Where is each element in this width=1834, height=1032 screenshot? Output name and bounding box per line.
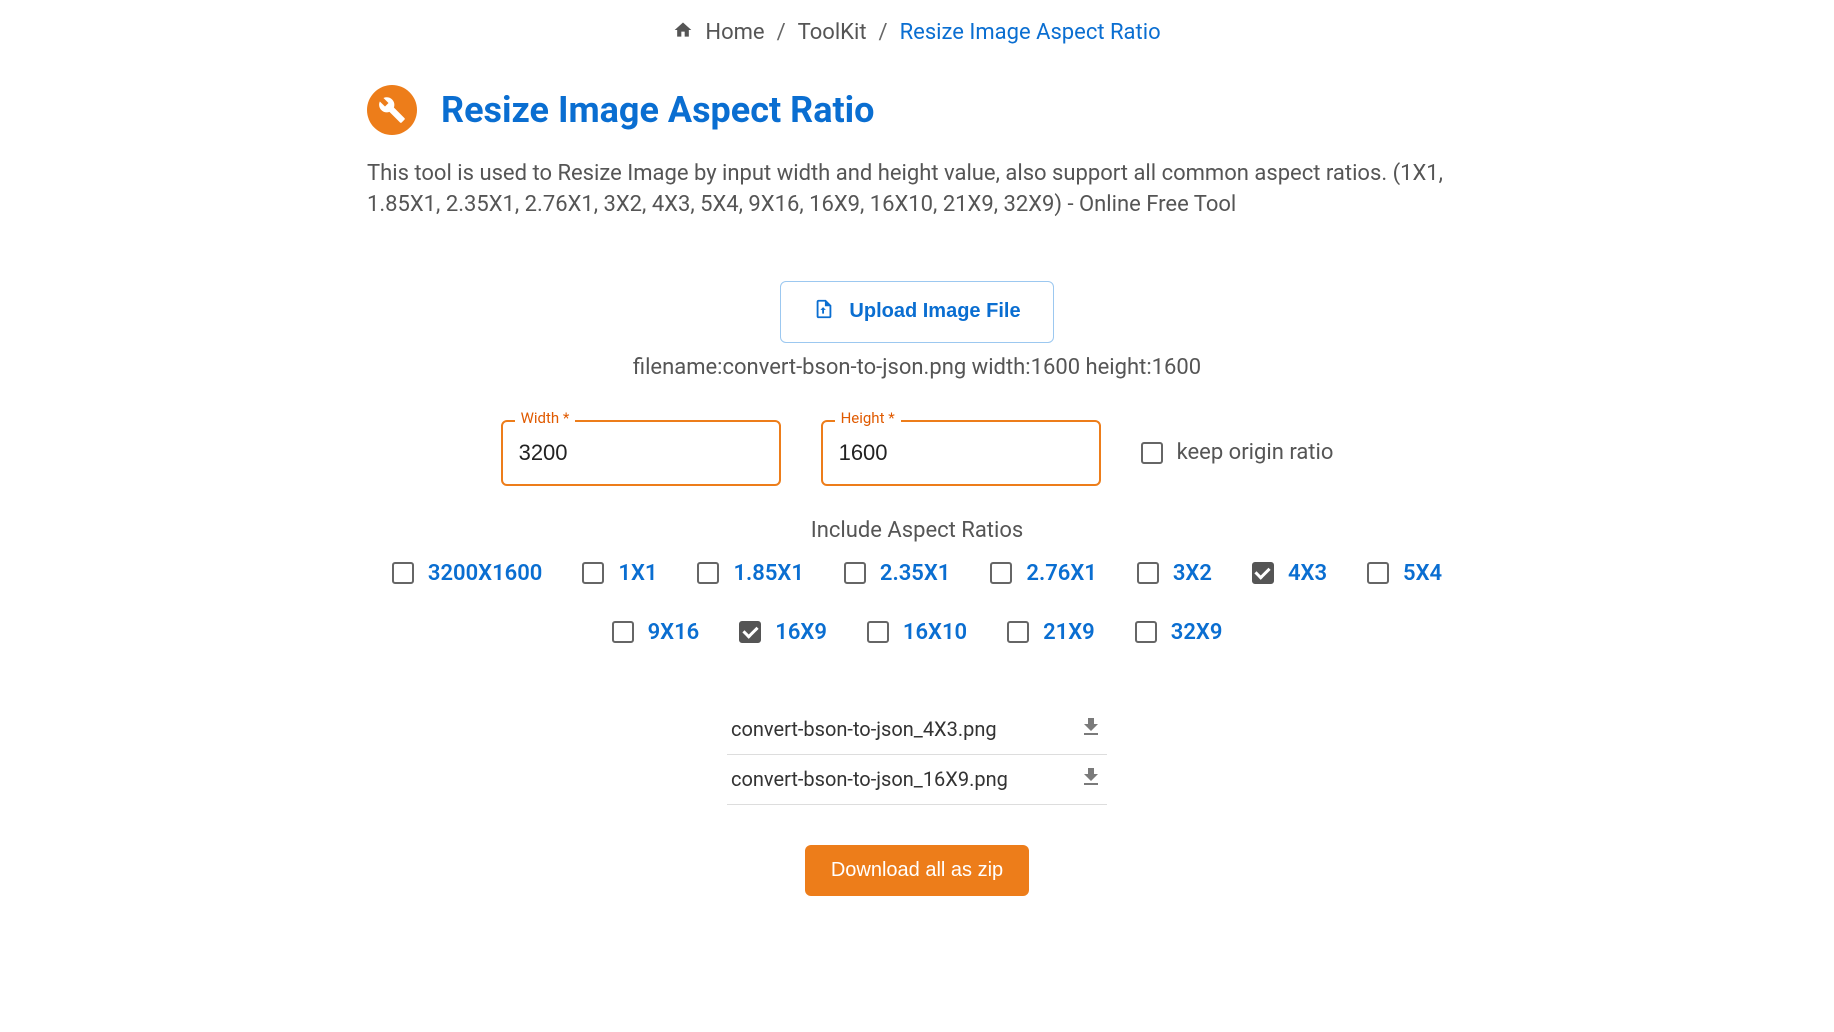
width-label: Width * [515, 409, 576, 427]
height-field-wrap: Height * [821, 420, 1101, 486]
checkbox-icon [612, 621, 634, 643]
home-icon [673, 20, 693, 45]
download-icon[interactable] [1079, 715, 1103, 744]
checkbox-icon [1137, 562, 1159, 584]
breadcrumb-home[interactable]: Home [705, 20, 764, 45]
ratio-checkbox[interactable]: 21X9 [1007, 620, 1095, 645]
breadcrumb-sep: / [879, 20, 888, 45]
ratio-label: 21X9 [1043, 620, 1095, 645]
keep-ratio-checkbox[interactable]: keep origin ratio [1141, 440, 1334, 465]
breadcrumb-sep: / [777, 20, 786, 45]
ratio-checkbox[interactable]: 1X1 [582, 561, 657, 586]
height-label: Height * [835, 409, 901, 427]
output-filename: convert-bson-to-json_4X3.png [731, 717, 997, 741]
checkbox-icon [1141, 442, 1163, 464]
keep-ratio-label: keep origin ratio [1177, 440, 1334, 465]
upload-button-label: Upload Image File [849, 300, 1020, 323]
ratio-label: 5X4 [1403, 561, 1442, 586]
ratio-label: 32X9 [1171, 620, 1223, 645]
output-list: convert-bson-to-json_4X3.png convert-bson… [727, 705, 1107, 805]
width-field-wrap: Width * [501, 420, 781, 486]
ratio-checkbox[interactable]: 3X2 [1137, 561, 1212, 586]
ratio-checkbox[interactable]: 3200X1600 [392, 561, 542, 586]
ratio-checkbox[interactable]: 32X9 [1135, 620, 1223, 645]
breadcrumb-toolkit[interactable]: ToolKit [798, 20, 867, 45]
checkbox-icon [392, 562, 414, 584]
checkbox-icon [1252, 562, 1274, 584]
ratio-checkbox[interactable]: 16X10 [867, 620, 967, 645]
ratio-checkbox[interactable]: 1.85X1 [697, 561, 803, 586]
ratio-checkbox[interactable]: 2.76X1 [990, 561, 1096, 586]
page-description: This tool is used to Resize Image by inp… [367, 159, 1467, 221]
ratio-label: 3X2 [1173, 561, 1212, 586]
output-item: convert-bson-to-json_4X3.png [727, 705, 1107, 755]
checkbox-icon [1007, 621, 1029, 643]
output-filename: convert-bson-to-json_16X9.png [731, 767, 1008, 791]
output-item: convert-bson-to-json_16X9.png [727, 755, 1107, 805]
download-all-button[interactable]: Download all as zip [805, 845, 1029, 896]
title-row: Resize Image Aspect Ratio [367, 85, 1467, 135]
ratio-label: 2.76X1 [1026, 561, 1096, 586]
upload-file-icon [813, 298, 835, 326]
upload-button[interactable]: Upload Image File [780, 281, 1053, 343]
checkbox-icon [844, 562, 866, 584]
height-input[interactable] [821, 420, 1101, 486]
checkbox-icon [1367, 562, 1389, 584]
ratio-label: 1X1 [618, 561, 657, 586]
ratio-checkbox[interactable]: 5X4 [1367, 561, 1442, 586]
ratio-label: 1.85X1 [733, 561, 803, 586]
checkbox-icon [990, 562, 1012, 584]
breadcrumb: Home / ToolKit / Resize Image Aspect Rat… [367, 20, 1467, 45]
page-title: Resize Image Aspect Ratio [441, 89, 875, 131]
ratio-label: 4X3 [1288, 561, 1327, 586]
checkbox-icon [867, 621, 889, 643]
checkbox-icon [739, 621, 761, 643]
checkbox-icon [697, 562, 719, 584]
breadcrumb-current: Resize Image Aspect Ratio [900, 20, 1161, 45]
download-icon[interactable] [1079, 765, 1103, 794]
ratios-section-label: Include Aspect Ratios [367, 518, 1467, 543]
ratio-label: 16X10 [903, 620, 967, 645]
width-input[interactable] [501, 420, 781, 486]
ratios-row: 3200X1600 1X1 1.85X1 2.35X1 2.76X1 3X2 4X3 5X4 9… [367, 561, 1467, 645]
ratio-label: 9X16 [648, 620, 700, 645]
ratio-label: 2.35X1 [880, 561, 950, 586]
file-meta: filename:convert-bson-to-json.png width:… [367, 355, 1467, 380]
ratio-checkbox[interactable]: 16X9 [739, 620, 827, 645]
ratio-checkbox[interactable]: 9X16 [612, 620, 700, 645]
checkbox-icon [582, 562, 604, 584]
ratio-checkbox[interactable]: 4X3 [1252, 561, 1327, 586]
ratio-label: 3200X1600 [428, 561, 542, 586]
checkbox-icon [1135, 621, 1157, 643]
ratio-checkbox[interactable]: 2.35X1 [844, 561, 950, 586]
tools-icon [367, 85, 417, 135]
ratio-label: 16X9 [775, 620, 827, 645]
